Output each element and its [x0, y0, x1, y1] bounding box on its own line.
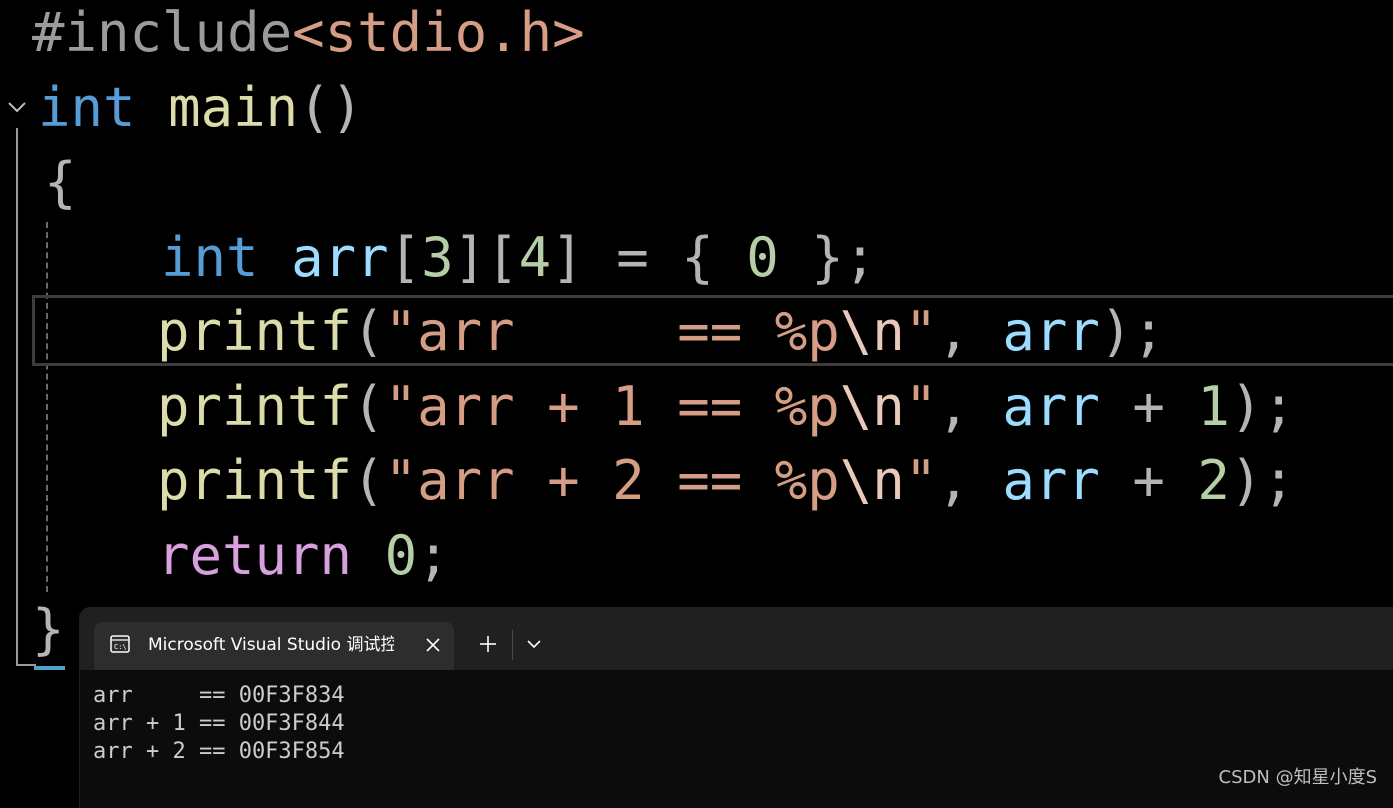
code-token: arr: [291, 226, 389, 289]
code-token: ;: [417, 524, 450, 587]
console-app-icon: C:\: [110, 635, 130, 653]
code-token: #include: [32, 1, 293, 64]
text-cursor: [34, 666, 65, 670]
code-token: (): [298, 76, 364, 139]
code-token: +: [1099, 449, 1198, 512]
code-token: 0: [746, 226, 779, 289]
console-output-line: arr + 2 == 00F3F854: [93, 739, 345, 764]
console-tab-title: Microsoft Visual Studio 调试控制台: [148, 635, 394, 655]
code-token: \n: [839, 449, 905, 512]
code-line-6[interactable]: printf("arr + 1 == %p\n", arr + 1);: [157, 369, 1295, 444]
chevron-down-icon[interactable]: [526, 638, 542, 650]
code-token: ": [904, 300, 938, 363]
code-token: {: [44, 151, 77, 214]
code-token: "arr + 1 == %p: [384, 375, 840, 438]
code-token: arr: [1002, 300, 1100, 363]
code-line-3[interactable]: {: [44, 145, 77, 220]
code-token: int: [161, 226, 259, 289]
code-token: printf: [157, 300, 353, 363]
code-token: (: [352, 300, 385, 363]
code-token: );: [1229, 375, 1295, 438]
code-line-9[interactable]: }: [32, 592, 65, 667]
console-tab[interactable]: C:\ Microsoft Visual Studio 调试控制台: [94, 622, 454, 670]
code-token: main: [168, 76, 299, 139]
close-icon[interactable]: [424, 636, 442, 654]
code-token: \n: [839, 375, 905, 438]
collapse-chevron-icon[interactable]: [6, 96, 28, 118]
code-token: "arr + 2 == %p: [384, 449, 840, 512]
code-line-7[interactable]: printf("arr + 2 == %p\n", arr + 2);: [157, 443, 1295, 518]
indent-guide: [46, 222, 48, 592]
code-token: ,: [937, 375, 1003, 438]
code-token: \n: [839, 300, 905, 363]
watermark: CSDN @知星小度S: [1218, 767, 1377, 788]
console-output-line: arr == 00F3F834: [93, 683, 345, 708]
code-token: 2: [1197, 449, 1230, 512]
console-output[interactable]: arr == 00F3F834 arr + 1 == 00F3F844 arr …: [80, 670, 1393, 808]
code-token: ,: [937, 449, 1003, 512]
code-token: );: [1099, 300, 1165, 363]
code-token: "arr == %p: [384, 300, 840, 363]
code-token: [: [388, 226, 422, 289]
code-token: (: [352, 449, 385, 512]
code-token: 1: [1197, 375, 1230, 438]
new-tab-plus-icon[interactable]: [478, 634, 498, 654]
code-token: <stdio.h>: [292, 1, 585, 64]
code-line-4[interactable]: int arr[3][4] = { 0 };: [161, 220, 876, 295]
code-line-8[interactable]: return 0;: [157, 518, 450, 593]
console-titlebar[interactable]: C:\ Microsoft Visual Studio 调试控制台: [80, 608, 1393, 670]
code-token: int: [38, 76, 136, 139]
code-token: }: [32, 598, 65, 661]
code-token: +: [1099, 375, 1198, 438]
tab-separator: [512, 630, 513, 660]
code-token: 0: [384, 524, 418, 587]
code-token: printf: [157, 449, 353, 512]
code-token: printf: [157, 375, 353, 438]
code-token: };: [778, 226, 877, 289]
code-line-2[interactable]: int main(): [38, 70, 363, 145]
code-line-1[interactable]: #include<stdio.h>: [32, 0, 585, 70]
code-token: 3: [421, 226, 454, 289]
code-line-5[interactable]: printf("arr == %p\n", arr);: [157, 294, 1165, 369]
code-token: return: [157, 524, 353, 587]
code-token: ": [904, 449, 938, 512]
svg-text:C:\: C:\: [114, 643, 127, 651]
debug-console-window[interactable]: C:\ Microsoft Visual Studio 调试控制台 arr ==…: [80, 608, 1393, 808]
code-token: ,: [937, 300, 1003, 363]
code-token: ] = {: [551, 226, 747, 289]
code-token: (: [352, 375, 385, 438]
code-token: ": [904, 375, 938, 438]
code-token: ][: [453, 226, 519, 289]
console-output-line: arr + 1 == 00F3F844: [93, 711, 345, 736]
fold-guide: [16, 128, 18, 665]
code-token: 4: [518, 226, 552, 289]
code-token: );: [1229, 449, 1295, 512]
code-token: arr: [1002, 449, 1100, 512]
code-token: arr: [1002, 375, 1100, 438]
